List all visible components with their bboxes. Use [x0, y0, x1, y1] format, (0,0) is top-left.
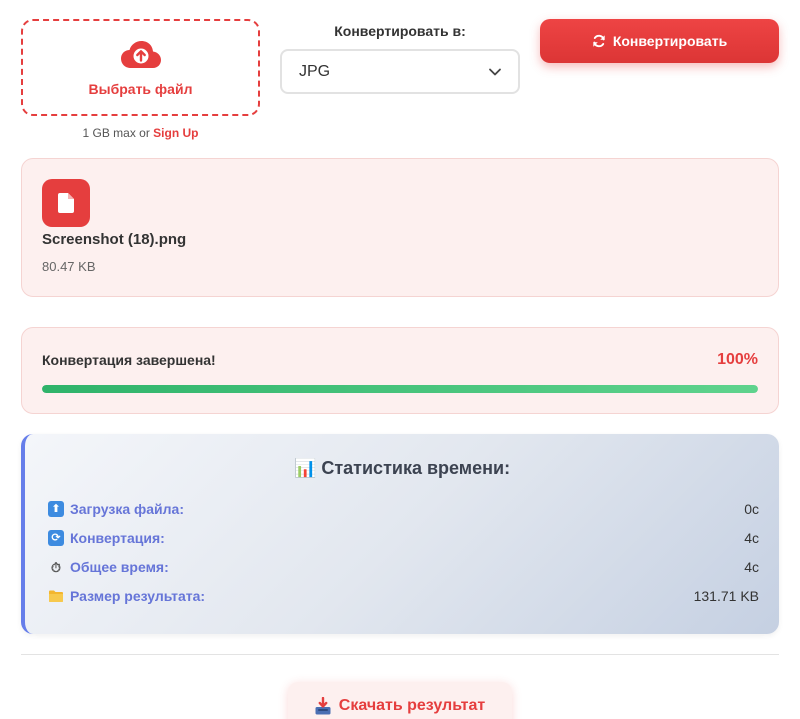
stat-label: Общее время:: [70, 559, 169, 575]
progress-percent: 100%: [717, 351, 758, 368]
file-size: 80.47 KB: [42, 259, 96, 274]
stat-value: 4с: [744, 559, 759, 575]
stat-row-conversion: ⟳ Конвертация: 4с: [48, 528, 759, 548]
download-tray-icon: [315, 697, 331, 715]
upload-limit-text: 1 GB max or: [82, 126, 154, 140]
stat-value: 131.71 KB: [693, 588, 759, 604]
format-select-value: JPG: [299, 62, 331, 80]
stopwatch-icon: ⏱: [50, 559, 62, 575]
stat-value: 4с: [744, 530, 759, 546]
stats-title: 📊 Статистика времени:: [293, 458, 511, 478]
convert-button[interactable]: Конвертировать: [540, 19, 779, 63]
stat-row-upload: ⬆ Загрузка файла: 0с: [48, 499, 759, 519]
download-result-button[interactable]: Скачать результат: [288, 682, 512, 719]
chevron-down-icon: [489, 68, 501, 75]
stat-label: Размер результата:: [70, 588, 206, 604]
selected-file-card: Screenshot (18).png 80.47 KB: [21, 158, 779, 297]
format-select[interactable]: JPG: [280, 49, 520, 94]
file-icon: [42, 179, 90, 227]
sign-up-link[interactable]: Sign Up: [153, 126, 198, 140]
convert-to-label: Конвертировать в:: [334, 23, 466, 39]
divider: [21, 654, 779, 655]
stat-value: 0с: [744, 501, 759, 517]
convert-icon: ⟳: [48, 530, 64, 546]
stat-label: Загрузка файла:: [70, 501, 184, 517]
time-stats-card: 📊 Статистика времени: ⬆ Загрузка файла: …: [21, 434, 779, 634]
choose-file-label: Выбрать файл: [88, 80, 193, 97]
stat-label: Конвертация:: [70, 530, 165, 546]
refresh-icon: [593, 34, 605, 48]
folder-icon: [49, 590, 63, 602]
progress-status: Конвертация завершена!: [42, 352, 216, 368]
download-button-label: Скачать результат: [338, 697, 486, 714]
convert-button-label: Конвертировать: [612, 33, 728, 49]
file-upload-dropzone[interactable]: Выбрать файл: [21, 19, 260, 116]
stat-row-total-time: ⏱ Общее время: 4с: [48, 557, 759, 577]
upload-limit-note: 1 GB max or Sign Up: [21, 126, 260, 140]
upload-arrow-icon: ⬆: [48, 501, 64, 517]
file-name: Screenshot (18).png: [42, 231, 187, 248]
stat-row-result-size: Размер результата: 131.71 KB: [48, 586, 759, 606]
progress-bar-fill: [42, 385, 758, 393]
progress-bar: [42, 385, 758, 393]
cloud-upload-icon: [120, 40, 161, 68]
conversion-progress-card: Конвертация завершена! 100%: [21, 327, 779, 414]
